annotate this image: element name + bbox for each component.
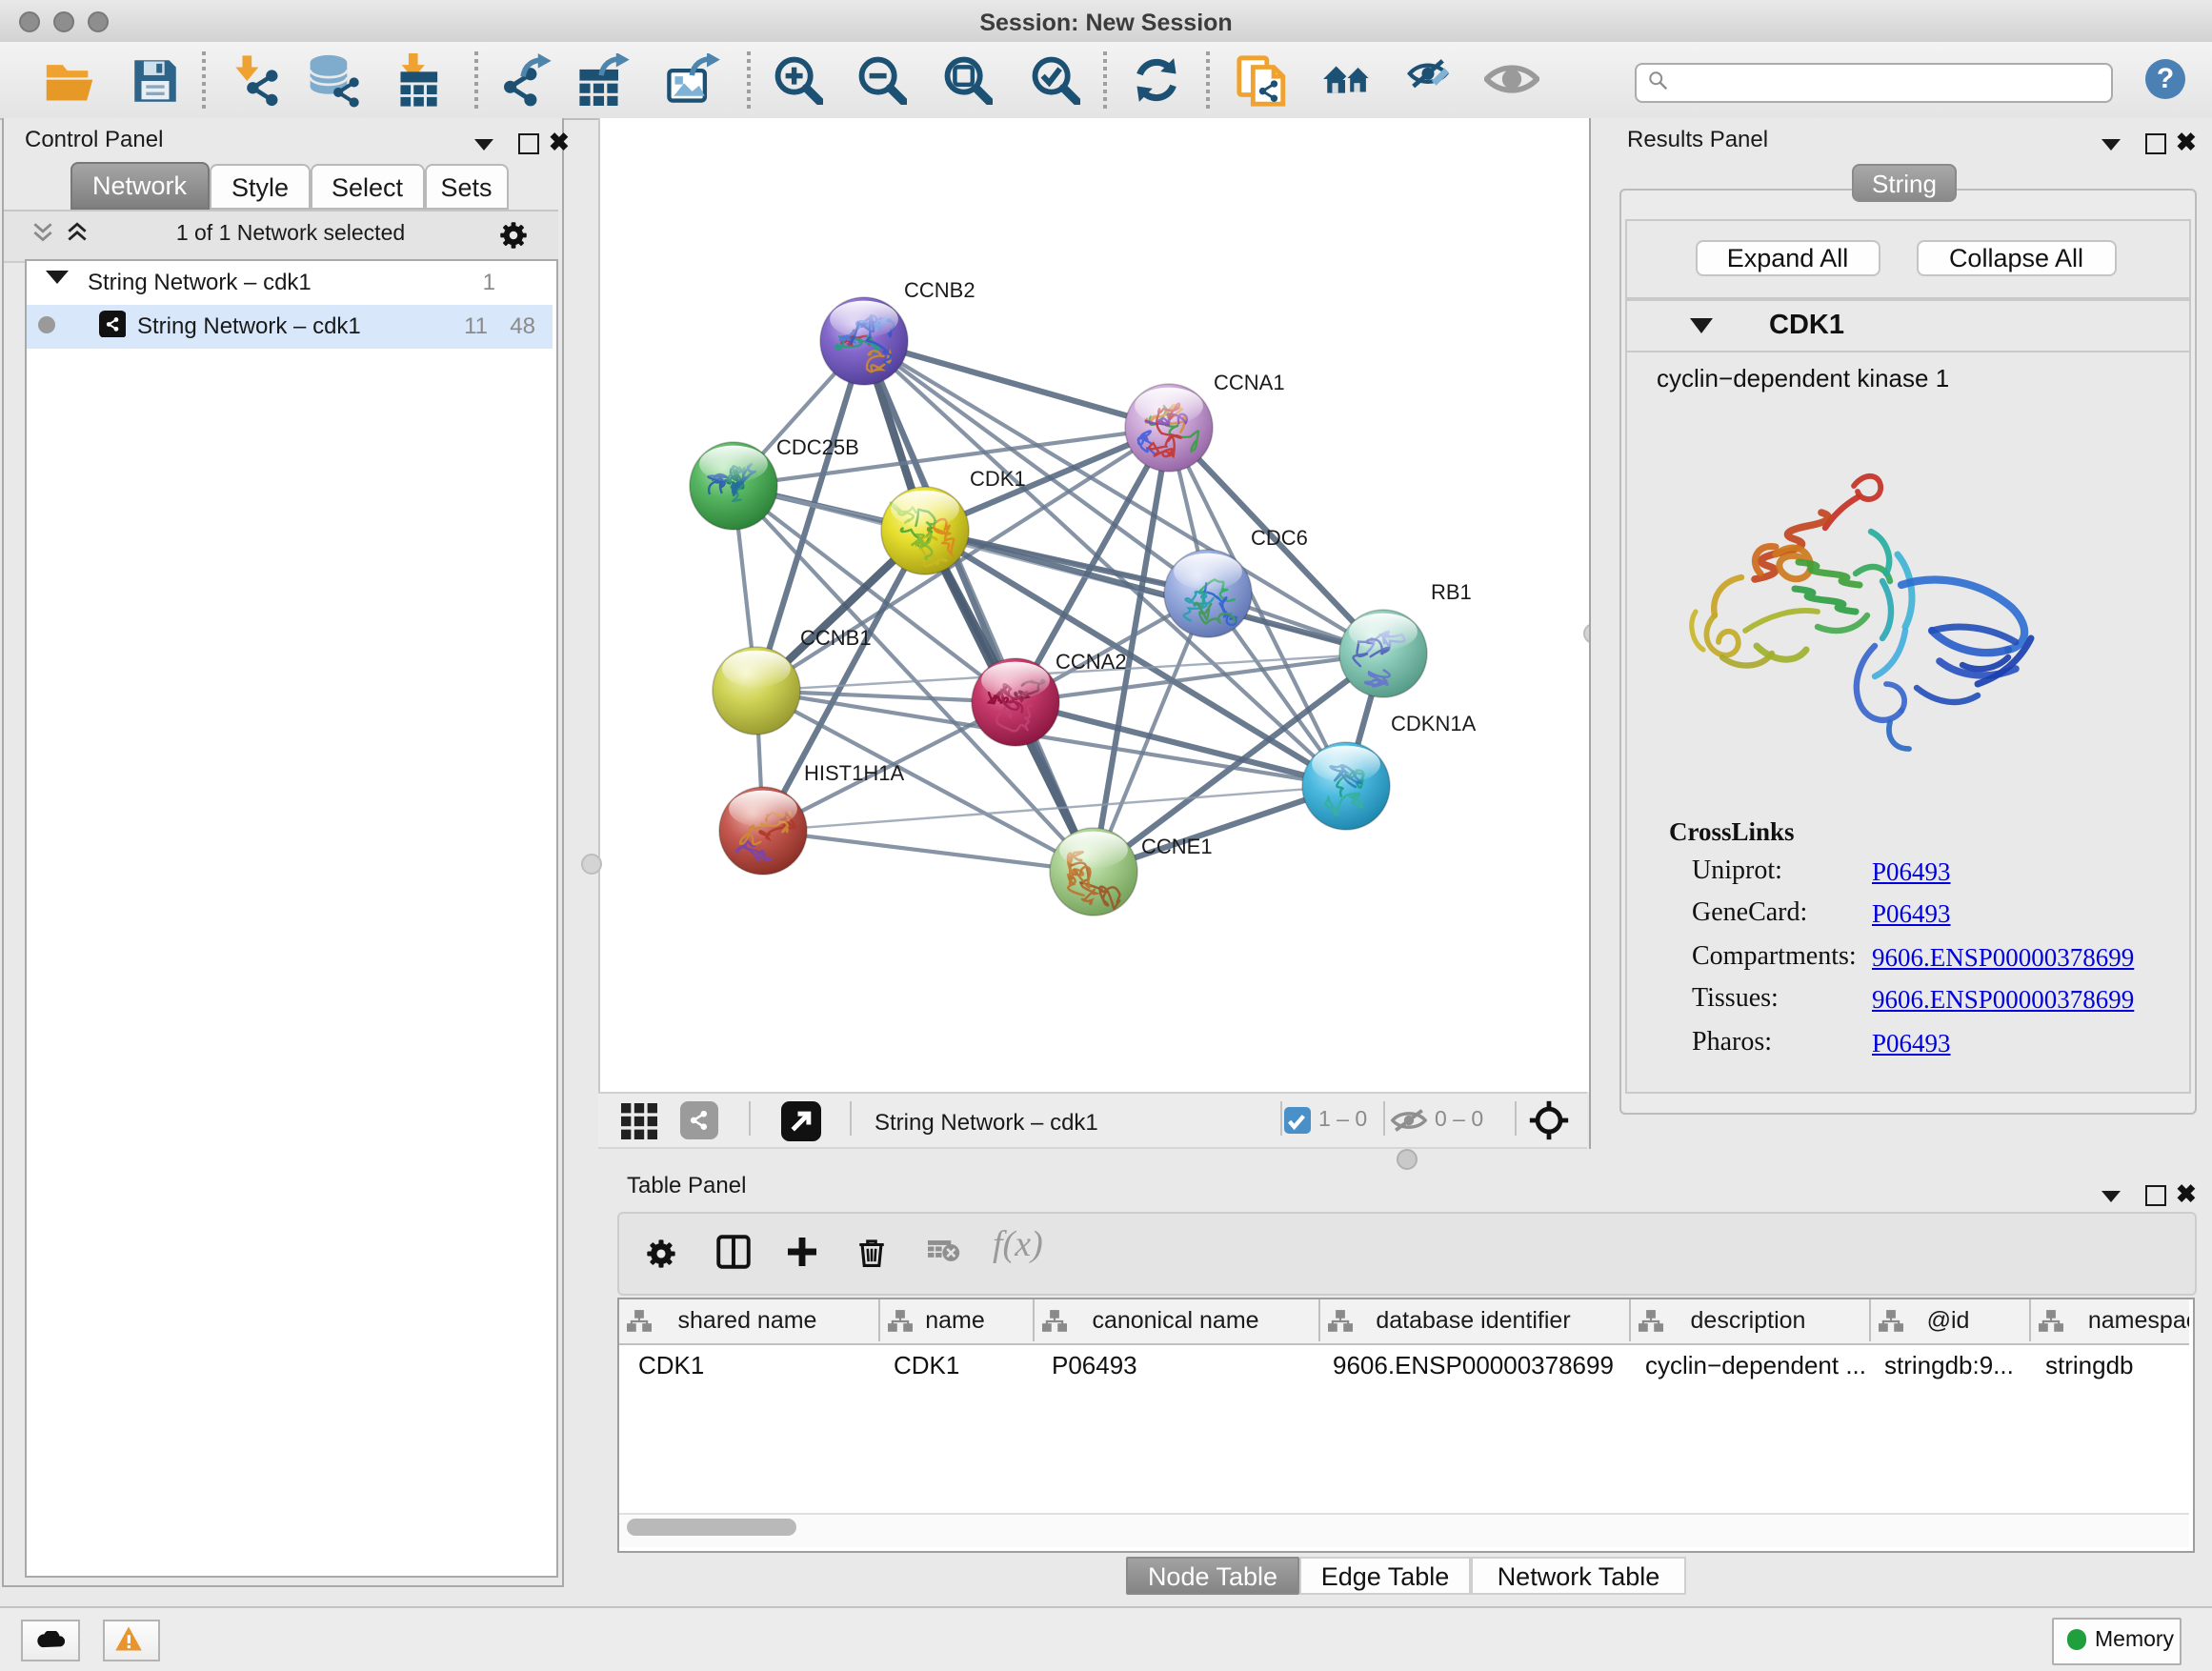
svg-text:RB1: RB1 (1430, 580, 1471, 604)
svg-text:CDC6: CDC6 (1250, 526, 1307, 550)
svg-text:CCNB1: CCNB1 (799, 626, 871, 650)
svg-text:CCNE1: CCNE1 (1140, 835, 1212, 858)
svg-text:CDC25B: CDC25B (775, 435, 858, 459)
svg-text:CCNA2: CCNA2 (1055, 650, 1126, 674)
svg-text:CCNB2: CCNB2 (903, 278, 975, 302)
svg-text:CDKN1A: CDKN1A (1390, 712, 1476, 735)
svg-text:CCNA1: CCNA1 (1213, 371, 1284, 394)
svg-text:CDK1: CDK1 (969, 467, 1025, 491)
svg-text:HIST1H1A: HIST1H1A (803, 761, 903, 785)
